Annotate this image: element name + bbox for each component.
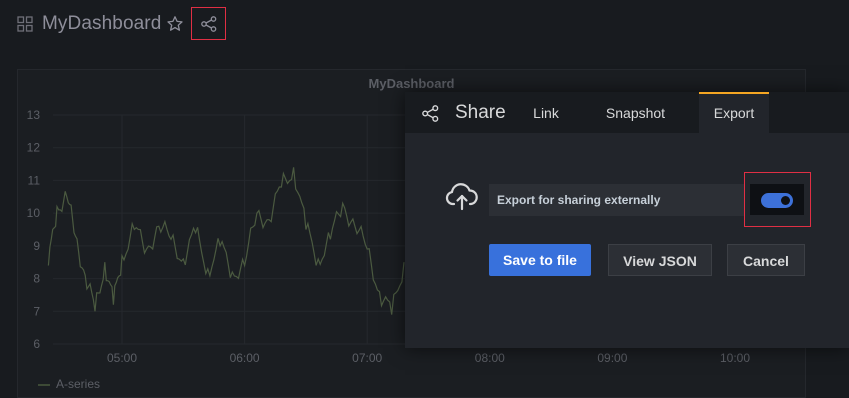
x-tick-label: 08:00 (475, 351, 505, 365)
x-tick-label: 10:00 (720, 351, 750, 365)
toggle-highlight (744, 172, 811, 227)
star-icon[interactable] (166, 15, 184, 33)
share-icon (201, 16, 217, 32)
y-tick-label: 6 (33, 337, 40, 351)
x-tick-label: 09:00 (597, 351, 627, 365)
y-tick-label: 10 (27, 206, 41, 220)
y-tick-label: 11 (28, 173, 41, 187)
x-tick-label: 07:00 (352, 351, 382, 365)
share-modal: Share Link Snapshot Export Export for sh… (405, 92, 849, 348)
cloud-upload-icon (445, 183, 478, 211)
legend-swatch (38, 383, 50, 386)
dashboard-header: MyDashboard (0, 0, 849, 50)
save-to-file-button[interactable]: Save to file (489, 244, 591, 276)
legend-item[interactable]: A-series (38, 377, 100, 391)
share-icon (422, 105, 439, 122)
y-tick-label: 13 (27, 108, 41, 122)
grid-icon[interactable] (17, 16, 33, 32)
share-dashboard-button[interactable] (191, 7, 226, 40)
x-tick-label: 05:00 (107, 351, 137, 365)
export-externally-toggle[interactable] (750, 184, 804, 215)
share-modal-title: Share (455, 102, 506, 123)
legend-label: A-series (56, 377, 101, 391)
export-externally-label: Export for sharing externally (489, 184, 745, 216)
tab-export[interactable]: Export (699, 92, 769, 133)
y-tick-label: 7 (33, 304, 40, 318)
y-tick-label: 8 (33, 272, 40, 286)
series-line (47, 167, 405, 315)
toggle-track (761, 193, 793, 208)
y-tick-label: 9 (33, 239, 40, 253)
tab-link[interactable]: Link (523, 92, 569, 133)
tab-snapshot[interactable]: Snapshot (595, 92, 676, 133)
dashboard-title[interactable]: MyDashboard (42, 13, 161, 35)
cancel-button[interactable]: Cancel (727, 244, 805, 276)
y-tick-label: 12 (27, 141, 41, 155)
share-modal-header: Share Link Snapshot Export (405, 92, 849, 133)
view-json-button[interactable]: View JSON (608, 244, 712, 276)
toggle-knob (781, 196, 790, 205)
x-tick-label: 06:00 (230, 351, 260, 365)
dashboard-page: MyDashboard MyDashboard 13 12 11 10 9 8 7 6 05:0… (0, 0, 849, 398)
